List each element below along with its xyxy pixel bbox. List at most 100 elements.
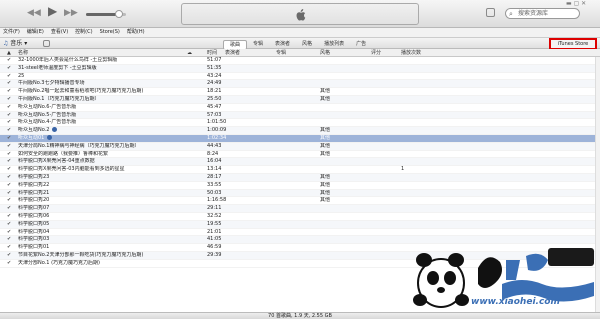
previous-icon[interactable]: ◀◀ <box>27 9 41 18</box>
volume-slider[interactable] <box>86 10 126 18</box>
column-plays[interactable]: 播放次数 <box>401 49 421 57</box>
track-name-text: 科学脱口秀21 <box>18 189 50 196</box>
table-row[interactable]: ✔ 科学脱口秀06 32:52 <box>0 213 600 221</box>
track-time: 28:17 <box>207 173 222 180</box>
menu-store[interactable]: Store(S) <box>100 28 120 37</box>
track-genre: 其他 <box>320 197 331 204</box>
table-row[interactable]: ✔ 天津分局No.1精神病与神经病（巧克力魔巧克力后期） 44:43 其他 <box>0 142 600 151</box>
row-checkbox[interactable]: ✔ <box>7 229 13 237</box>
cloud-column-icon: ☁ <box>187 50 192 56</box>
table-row[interactable]: ✔ 听众互动No.6-广告音乐版 45:47 <box>0 104 600 112</box>
row-checkbox[interactable]: ✔ <box>7 158 13 166</box>
table-row[interactable]: ✔ 午间版No.1（巧克力魔巧克力后期） 25:50 其他 <box>0 95 600 104</box>
row-checkbox[interactable]: ✔ <box>7 174 13 182</box>
column-artist[interactable]: 表演者 <box>225 49 240 57</box>
table-row[interactable]: ✔ 25 43:24 <box>0 73 600 81</box>
table-row[interactable]: ✔ 科学脱口秀21 50:03 其他 <box>0 189 600 198</box>
table-row[interactable]: ✔ 听众互动No.4-广告音乐版 1:01:50 <box>0 119 600 128</box>
row-checkbox[interactable]: ✔ <box>7 80 13 88</box>
menu-view[interactable]: 查看(V) <box>51 28 68 37</box>
row-checkbox[interactable]: ✔ <box>7 236 13 244</box>
table-row[interactable]: ✔ 科学脱口秀07 29:11 <box>0 205 600 213</box>
track-name: 天津分局No.1精神病与神经病（巧克力魔巧克力后期） <box>18 143 188 151</box>
track-name: 如何安全的跑跑路（我要推）鲁棒和花絮 <box>18 151 188 159</box>
row-checkbox[interactable]: ✔ <box>7 244 13 252</box>
track-genre: 其他 <box>320 181 331 188</box>
column-time[interactable]: 时间 <box>207 49 217 57</box>
window-controls[interactable]: ▬ ▢ ✕ <box>566 1 586 7</box>
track-name: 科学脱口秀06 <box>18 213 188 221</box>
row-checkbox[interactable]: ✔ <box>7 182 13 190</box>
table-row[interactable]: ✔ 科学脱口秀X果壳问答-04重点数据 16:04 <box>0 158 600 167</box>
track-name-text: 科学脱口秀X果壳问答-03内脑能看到多远的星星 <box>18 166 125 173</box>
track-time: 46:59 <box>207 244 222 251</box>
row-checkbox[interactable]: ✔ <box>7 88 13 96</box>
table-row[interactable]: ✔ 听众互动No.5-广告音乐版 57:03 <box>0 111 600 120</box>
row-checkbox[interactable]: ✔ <box>7 213 13 221</box>
row-checkbox[interactable]: ✔ <box>7 65 13 73</box>
menu-edit[interactable]: 编辑(E) <box>27 28 44 37</box>
menu-file[interactable]: 文件(F) <box>3 28 20 37</box>
row-checkbox[interactable]: ✔ <box>7 151 13 159</box>
row-checkbox[interactable]: ✔ <box>7 221 13 229</box>
menu-bar: 文件(F) 编辑(E) 查看(V) 控制(C) Store(S) 帮助(H) <box>0 28 600 37</box>
table-row[interactable]: ✔ 科学脱口秀05 19:55 <box>0 220 600 229</box>
row-checkbox[interactable]: ✔ <box>7 252 13 260</box>
search-field[interactable]: ⌕ 搜索资源库 <box>505 8 580 19</box>
cloud-icon[interactable] <box>43 40 50 47</box>
column-genre[interactable]: 风格 <box>320 49 330 57</box>
row-checkbox[interactable]: ✔ <box>7 96 13 104</box>
menu-controls[interactable]: 控制(C) <box>75 28 92 37</box>
table-row[interactable]: ✔ 科学脱口秀20 1:16:58 其他 <box>0 197 600 206</box>
track-genre: 其他 <box>320 88 331 95</box>
library-selector[interactable]: ♫ 音乐 ▾ <box>3 40 27 48</box>
row-checkbox[interactable]: ✔ <box>7 143 13 151</box>
add-arrow-icon[interactable] <box>52 127 58 133</box>
next-icon[interactable]: ▶▶ <box>64 9 78 18</box>
row-checkbox[interactable]: ✔ <box>7 57 13 65</box>
row-checkbox[interactable]: ✔ <box>7 112 13 120</box>
row-checkbox[interactable]: ✔ <box>7 119 13 127</box>
table-row[interactable]: ✔ 午间版No.2唱一起去和童看稻收吧(巧克力魔巧克力后期) 18:21 其他 <box>0 88 600 96</box>
title-bar: ◀◀ ▶ ▶▶ ⌕ 搜索资源库 ▬ ▢ ✕ <box>0 0 600 28</box>
column-album[interactable]: 专辑 <box>276 49 286 57</box>
table-row[interactable]: ✔ 科学脱口秀23 28:17 其他 <box>0 173 600 182</box>
table-row[interactable]: ✔ 科学脱口秀22 33:55 其他 <box>0 182 600 190</box>
table-row[interactable]: ✔ 如何安全的跑跑路（我要推）鲁棒和花絮 8:24 其他 <box>0 151 600 159</box>
track-name-text: 25 <box>18 72 25 79</box>
table-row[interactable]: ✔ 32-1000年后人类会是什么鸟样 -土豆剪辑版 51:07 <box>0 57 600 65</box>
play-icon[interactable]: ▶ <box>48 5 57 17</box>
track-name-text: 节目花絮No.2天津分部那一颗吃货(巧克力魔巧克力后期) <box>18 251 144 258</box>
menu-help[interactable]: 帮助(H) <box>127 28 145 37</box>
row-checkbox[interactable]: ✔ <box>7 190 13 198</box>
column-name[interactable]: 名称 <box>18 49 28 57</box>
table-row[interactable]: ✔ 听众互动No.2 1:00:09 其他 <box>0 127 600 135</box>
row-checkbox[interactable]: ✔ <box>7 205 13 213</box>
track-time: 43:24 <box>207 72 222 79</box>
volume-knob[interactable] <box>114 10 123 18</box>
row-checkbox[interactable]: ✔ <box>7 73 13 81</box>
table-row[interactable]: ✔ 听众互动01 1:02:34 其他 <box>0 134 600 143</box>
row-checkbox[interactable]: ✔ <box>7 166 13 174</box>
track-time: 25:50 <box>207 95 222 102</box>
add-arrow-icon[interactable] <box>47 134 53 140</box>
track-time: 21:01 <box>207 228 222 235</box>
track-time: 13:14 <box>207 166 222 173</box>
row-checkbox[interactable]: ✔ <box>7 197 13 205</box>
library-nav-bar: ♫ 音乐 ▾ 歌曲 专辑 表演者 风格 播放列表 广告 iTunes Store <box>0 37 600 50</box>
view-toggle-button[interactable] <box>486 8 495 17</box>
row-checkbox[interactable]: ✔ <box>7 127 13 135</box>
track-name: 科学脱口秀21 <box>18 190 188 198</box>
track-time: 44:43 <box>207 142 222 149</box>
column-rating[interactable]: 评分 <box>371 49 381 57</box>
row-checkbox[interactable]: ✔ <box>7 135 13 143</box>
table-row[interactable]: ✔ 科学脱口秀X果壳问答-03内脑能看到多远的星星 13:14 1 <box>0 166 600 174</box>
row-checkbox[interactable]: ✔ <box>7 260 13 268</box>
apple-logo-icon <box>296 9 306 21</box>
row-checkbox[interactable]: ✔ <box>7 104 13 112</box>
track-name: 31-steel老师温度剪下 -土豆剪辑版 <box>18 65 188 73</box>
track-name-text: 如何安全的跑跑路（我要推）鲁棒和花絮 <box>18 150 109 157</box>
table-row[interactable]: ✔ 31-steel老师温度剪下 -土豆剪辑版 51:35 <box>0 64 600 73</box>
table-row[interactable]: ✔ 科学脱口秀04 21:01 <box>0 229 600 237</box>
table-row[interactable]: ✔ 午间版No.3七夕特辑播音专场 24:49 <box>0 80 600 89</box>
